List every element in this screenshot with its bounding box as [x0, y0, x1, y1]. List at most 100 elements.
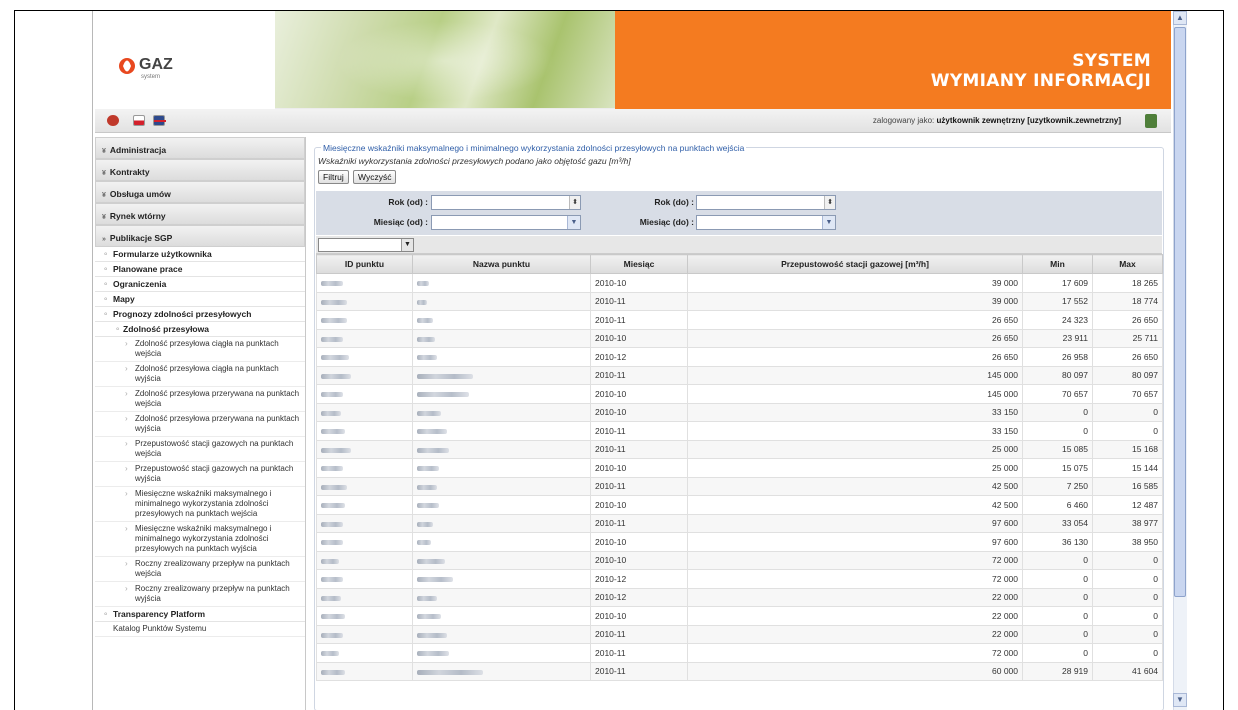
chevron-down-icon[interactable]: ▼	[567, 216, 580, 229]
redacted-id	[321, 484, 347, 490]
cell-min: 15 085	[1022, 439, 1093, 459]
table-row[interactable]: 2010-11 39 000 17 552 18 774	[316, 291, 1163, 311]
table-row[interactable]: 2010-11 72 000 0 0	[316, 643, 1163, 663]
sidebar-leaf[interactable]: Przepustowość stacji gazowych na punktac…	[95, 462, 305, 487]
sidebar-leaf[interactable]: Katalog Punktów Systemu	[95, 622, 305, 637]
table-row[interactable]: 2010-12 26 650 26 958 26 650	[316, 347, 1163, 367]
redacted-id	[321, 577, 343, 582]
cell-max: 0	[1092, 643, 1163, 663]
chevron-down-icon[interactable]: ▼	[401, 239, 413, 251]
logo-area: GAZ system	[95, 11, 275, 109]
sidebar-section-rynek-wtorny[interactable]: ¥ Rynek wtórny	[95, 203, 305, 225]
table-row[interactable]: 2010-10 33 150 0 0	[316, 402, 1163, 422]
sidebar-leaf-active[interactable]: Miesięczne wskaźniki maksymalnego i mini…	[95, 487, 305, 522]
table-row[interactable]: 2010-10 97 600 36 130 38 950	[316, 532, 1163, 552]
table-row[interactable]: 2010-11 26 650 24 323 26 650	[316, 310, 1163, 330]
sidebar-section-administracja[interactable]: ¥ Administracja	[95, 137, 305, 159]
spinner-icon[interactable]: ⬍	[824, 196, 835, 209]
sidebar-leaf[interactable]: Roczny zrealizowany przepływ na punktach…	[95, 557, 305, 582]
col-header-max[interactable]: Max	[1092, 254, 1163, 274]
polish-flag-icon[interactable]	[133, 115, 145, 126]
table-row[interactable]: 2010-12 72 000 0 0	[316, 569, 1163, 589]
col-header-id[interactable]: ID punktu	[316, 254, 413, 274]
sidebar-leaf[interactable]: Roczny zrealizowany przepływ na punktach…	[95, 582, 305, 607]
year-from-input[interactable]: ⬍	[431, 195, 581, 210]
sidebar-section-kontrakty[interactable]: ¥ Kontrakty	[95, 159, 305, 181]
sidebar-leaf[interactable]: Przepustowość stacji gazowych na punktac…	[95, 437, 305, 462]
cell-min: 28 919	[1022, 661, 1093, 681]
table-row[interactable]: 2010-12 22 000 0 0	[316, 587, 1163, 607]
col-header-capacity[interactable]: Przepustowość stacji gazowej [m³/h]	[687, 254, 1023, 274]
cell-name-redacted	[412, 458, 591, 478]
cell-id-redacted	[316, 421, 413, 441]
month-from-label: Miesiąc (od) :	[373, 217, 428, 227]
sidebar-item-zdolnosc-przesylowa[interactable]: Zdolność przesyłowa	[95, 322, 305, 337]
cell-min: 26 958	[1022, 347, 1093, 367]
cell-name-redacted	[412, 587, 591, 607]
scrollbar-thumb[interactable]	[1174, 27, 1186, 597]
col-header-min[interactable]: Min	[1022, 254, 1093, 274]
english-flag-icon[interactable]	[153, 115, 166, 126]
sidebar-leaf[interactable]: Zdolność przesyłowa przerywana na punkta…	[95, 412, 305, 437]
sidebar-section-publikacje-sgp[interactable]: » Publikacje SGP	[95, 225, 305, 247]
report-subtitle: Wskaźniki wykorzystania zdolności przesy…	[318, 156, 631, 166]
table-row[interactable]: 2010-10 42 500 6 460 12 487	[316, 495, 1163, 515]
month-to-select[interactable]: ▼	[696, 215, 836, 230]
scroll-down-icon[interactable]: ▼	[1173, 693, 1187, 707]
cell-id-redacted	[316, 643, 413, 663]
table-row[interactable]: 2010-10 25 000 15 075 15 144	[316, 458, 1163, 478]
cell-month: 2010-10	[590, 328, 688, 348]
table-row[interactable]: 2010-10 22 000 0 0	[316, 606, 1163, 626]
table-row[interactable]: 2010-11 22 000 0 0	[316, 624, 1163, 644]
page-size-select[interactable]: ▼	[318, 238, 414, 252]
cell-capacity: 26 650	[687, 347, 1023, 367]
sidebar-item-planowane-prace[interactable]: Planowane prace	[95, 262, 305, 277]
sidebar-leaf[interactable]: Zdolność przesyłowa przerywana na punkta…	[95, 387, 305, 412]
sidebar-leaf[interactable]: Zdolność przesyłowa ciągła na punktach w…	[95, 362, 305, 387]
chevron-down-icon[interactable]: ▼	[822, 216, 835, 229]
sidebar-item-ograniczenia[interactable]: Ograniczenia	[95, 277, 305, 292]
table-row[interactable]: 2010-10 39 000 17 609 18 265	[316, 273, 1163, 293]
cell-capacity: 72 000	[687, 550, 1023, 570]
sidebar-item-mapy[interactable]: Mapy	[95, 292, 305, 307]
table-row[interactable]: 2010-10 72 000 0 0	[316, 550, 1163, 570]
logout-icon[interactable]	[1145, 114, 1157, 128]
cell-id-redacted	[316, 384, 413, 404]
col-header-name[interactable]: Nazwa punktu	[412, 254, 591, 274]
cell-max: 18 774	[1092, 291, 1163, 311]
redacted-id	[321, 651, 339, 656]
filter-button[interactable]: Filtruj	[318, 170, 349, 184]
cell-capacity: 42 500	[687, 495, 1023, 515]
sidebar-item-prognozy[interactable]: Prognozy zdolności przesyłowych	[95, 307, 305, 322]
table-row[interactable]: 2010-11 42 500 7 250 16 585	[316, 476, 1163, 496]
redacted-id	[321, 373, 351, 379]
sidebar-item-formularze[interactable]: Formularze użytkownika	[95, 247, 305, 262]
table-row[interactable]: 2010-10 26 650 23 911 25 711	[316, 328, 1163, 348]
home-icon[interactable]	[107, 115, 119, 126]
table-row[interactable]: 2010-11 145 000 80 097 80 097	[316, 365, 1163, 385]
sidebar-leaf[interactable]: Zdolność przesyłowa ciągła na punktach w…	[95, 337, 305, 362]
clear-button[interactable]: Wyczyść	[353, 170, 397, 184]
cell-name-redacted	[412, 495, 591, 515]
page-scrollbar[interactable]: ▲ ▼	[1171, 11, 1223, 710]
month-from-select[interactable]: ▼	[431, 215, 581, 230]
cell-max: 15 168	[1092, 439, 1163, 459]
sidebar-section-obsluga-umow[interactable]: ¥ Obsługa umów	[95, 181, 305, 203]
spinner-icon[interactable]: ⬍	[569, 196, 580, 209]
results-table-wrap: ▼ ID punktu Nazwa punktu Miesiąc Przepus…	[316, 236, 1163, 710]
chevron-icon: »	[102, 236, 106, 243]
year-to-input[interactable]: ⬍	[696, 195, 836, 210]
cell-name-redacted	[412, 606, 591, 626]
cell-capacity: 26 650	[687, 328, 1023, 348]
redacted-name	[417, 651, 449, 656]
table-row[interactable]: 2010-11 97 600 33 054 38 977	[316, 513, 1163, 533]
sidebar-leaf[interactable]: Miesięczne wskaźniki maksymalnego i mini…	[95, 522, 305, 557]
table-row[interactable]: 2010-11 33 150 0 0	[316, 421, 1163, 441]
table-row[interactable]: 2010-11 25 000 15 085 15 168	[316, 439, 1163, 459]
table-row[interactable]: 2010-10 145 000 70 657 70 657	[316, 384, 1163, 404]
table-row[interactable]: 2010-11 60 000 28 919 41 604	[316, 661, 1163, 681]
scroll-up-icon[interactable]: ▲	[1173, 11, 1187, 25]
cell-id-redacted	[316, 495, 413, 515]
sidebar-item-transparency[interactable]: Transparency Platform	[95, 607, 305, 622]
col-header-month[interactable]: Miesiąc	[590, 254, 688, 274]
